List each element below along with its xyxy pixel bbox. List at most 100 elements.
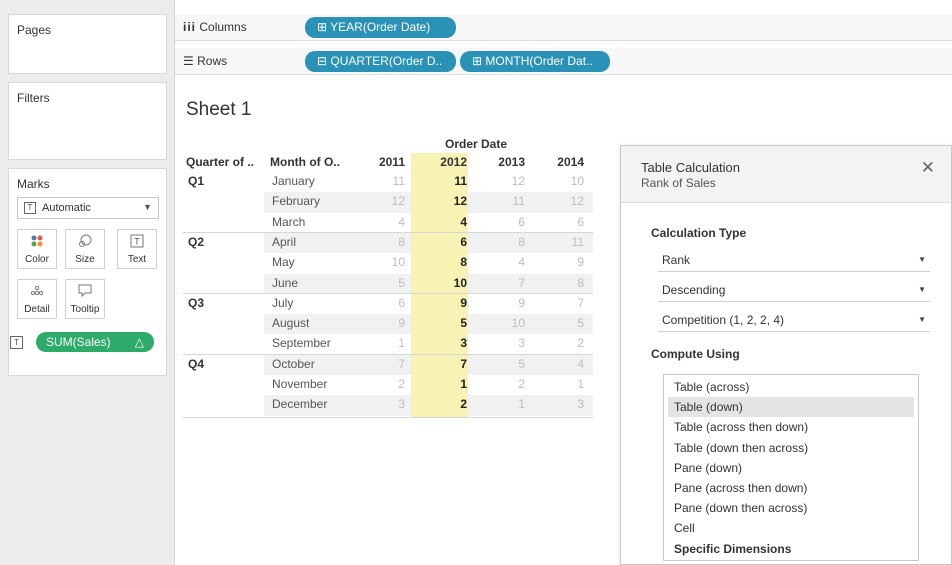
year-header-2[interactable]: 2013 bbox=[485, 155, 525, 169]
month-label[interactable]: December bbox=[272, 397, 327, 411]
rank-cell[interactable]: 5 bbox=[427, 316, 467, 330]
rank-cell[interactable]: 7 bbox=[365, 357, 405, 371]
rank-cell[interactable]: 4 bbox=[485, 255, 525, 269]
month-column-header[interactable]: Month of O.. bbox=[270, 155, 340, 169]
rank-cell[interactable]: 6 bbox=[485, 215, 525, 229]
rank-cell[interactable]: 11 bbox=[427, 174, 467, 188]
sum-sales-pill[interactable]: SUM(Sales) △ bbox=[36, 332, 154, 352]
rank-cell[interactable]: 9 bbox=[365, 316, 405, 330]
rank-cell[interactable]: 8 bbox=[544, 276, 584, 290]
quarter-column-header[interactable]: Quarter of .. bbox=[186, 155, 254, 169]
color-button[interactable]: Color bbox=[17, 229, 57, 269]
year-header-0[interactable]: 2011 bbox=[365, 155, 405, 169]
rank-cell[interactable]: 1 bbox=[365, 336, 405, 350]
compute-option[interactable]: Pane (down) bbox=[668, 458, 914, 478]
quarter-label[interactable]: Q4 bbox=[188, 357, 204, 371]
size-button[interactable]: Size bbox=[65, 229, 105, 269]
rank-cell[interactable]: 11 bbox=[365, 174, 405, 188]
rank-cell[interactable]: 3 bbox=[365, 397, 405, 411]
rank-cell[interactable]: 10 bbox=[365, 255, 405, 269]
quarter-label[interactable]: Q2 bbox=[188, 235, 204, 249]
rank-cell[interactable]: 7 bbox=[485, 276, 525, 290]
rank-cell[interactable]: 3 bbox=[427, 336, 467, 350]
rank-cell[interactable]: 2 bbox=[544, 336, 584, 350]
month-label[interactable]: May bbox=[272, 255, 295, 269]
month-label[interactable]: June bbox=[272, 276, 298, 290]
detail-button[interactable]: Detail bbox=[17, 279, 57, 319]
compute-option[interactable]: Table (across) bbox=[668, 377, 914, 397]
rank-cell[interactable]: 8 bbox=[365, 235, 405, 249]
quarter-label[interactable]: Q3 bbox=[188, 296, 204, 310]
rank-cell[interactable]: 8 bbox=[485, 235, 525, 249]
rank-cell[interactable]: 8 bbox=[427, 255, 467, 269]
rank-cell[interactable]: 2 bbox=[365, 377, 405, 391]
quarter-order-date-pill[interactable]: ⊟ QUARTER(Order D.. bbox=[305, 51, 456, 72]
rank-cell[interactable]: 6 bbox=[365, 296, 405, 310]
rank-cell[interactable]: 5 bbox=[544, 316, 584, 330]
compute-option[interactable]: Specific Dimensions bbox=[668, 539, 914, 559]
filters-card[interactable]: Filters bbox=[8, 82, 167, 160]
mark-type-dropdown[interactable]: T Automatic ▼ bbox=[17, 197, 159, 219]
rank-cell[interactable]: 2 bbox=[427, 397, 467, 411]
rank-cell[interactable]: 6 bbox=[544, 215, 584, 229]
calculation-type-dropdown[interactable]: Rank ▼ bbox=[658, 248, 930, 272]
rank-cell[interactable]: 12 bbox=[427, 194, 467, 208]
rank-cell[interactable]: 1 bbox=[427, 377, 467, 391]
month-label[interactable]: August bbox=[272, 316, 309, 330]
rank-cell[interactable]: 7 bbox=[544, 296, 584, 310]
tooltip-label: Tooltip bbox=[70, 304, 100, 315]
compute-option[interactable]: Table (down) bbox=[668, 397, 914, 418]
rank-cell[interactable]: 9 bbox=[427, 296, 467, 310]
rank-cell[interactable]: 12 bbox=[485, 174, 525, 188]
rank-cell[interactable]: 1 bbox=[544, 377, 584, 391]
rank-style-dropdown[interactable]: Competition (1, 2, 2, 4) ▼ bbox=[658, 308, 930, 332]
rank-cell[interactable]: 10 bbox=[427, 276, 467, 290]
compute-option[interactable]: Pane (across then down) bbox=[668, 478, 914, 498]
month-label[interactable]: July bbox=[272, 296, 293, 310]
rank-cell[interactable]: 5 bbox=[365, 276, 405, 290]
rank-order-dropdown[interactable]: Descending ▼ bbox=[658, 278, 930, 302]
rank-cell[interactable]: 4 bbox=[427, 215, 467, 229]
year-header-3[interactable]: 2014 bbox=[544, 155, 584, 169]
rank-cell[interactable]: 6 bbox=[427, 235, 467, 249]
close-icon[interactable]: ✕ bbox=[921, 158, 935, 178]
text-button[interactable]: T Text bbox=[117, 229, 157, 269]
columns-shelf[interactable]: iii Columns ⊞ YEAR(Order Date) bbox=[175, 14, 952, 41]
compute-option[interactable]: Pane (down then across) bbox=[668, 498, 914, 518]
month-label[interactable]: January bbox=[272, 174, 315, 188]
dialog-title: Table Calculation bbox=[641, 160, 741, 175]
rank-cell[interactable]: 4 bbox=[365, 215, 405, 229]
rank-cell[interactable]: 7 bbox=[427, 357, 467, 371]
month-label[interactable]: October bbox=[272, 357, 315, 371]
marks-title: Marks bbox=[17, 177, 50, 191]
month-label[interactable]: November bbox=[272, 377, 327, 391]
quarter-label[interactable]: Q1 bbox=[188, 174, 204, 188]
rank-cell[interactable]: 12 bbox=[365, 194, 405, 208]
compute-option[interactable]: Table (down then across) bbox=[668, 438, 914, 458]
compute-option[interactable]: Table (across then down) bbox=[668, 417, 914, 437]
rank-cell[interactable]: 3 bbox=[485, 336, 525, 350]
month-label[interactable]: September bbox=[272, 336, 331, 350]
rank-cell[interactable]: 11 bbox=[544, 235, 584, 249]
month-label[interactable]: March bbox=[272, 215, 305, 229]
rank-cell[interactable]: 12 bbox=[544, 194, 584, 208]
rank-cell[interactable]: 5 bbox=[485, 357, 525, 371]
tooltip-button[interactable]: Tooltip bbox=[65, 279, 105, 319]
year-header-1[interactable]: 2012 bbox=[427, 155, 467, 169]
compute-option[interactable]: Cell bbox=[668, 518, 914, 538]
rank-cell[interactable]: 9 bbox=[544, 255, 584, 269]
rank-cell[interactable]: 11 bbox=[485, 194, 525, 208]
year-order-date-pill[interactable]: ⊞ YEAR(Order Date) bbox=[305, 17, 456, 38]
month-order-date-pill[interactable]: ⊞ MONTH(Order Dat.. bbox=[460, 51, 610, 72]
rank-cell[interactable]: 10 bbox=[544, 174, 584, 188]
month-label[interactable]: February bbox=[272, 194, 320, 208]
rank-cell[interactable]: 3 bbox=[544, 397, 584, 411]
rank-cell[interactable]: 4 bbox=[544, 357, 584, 371]
rank-cell[interactable]: 2 bbox=[485, 377, 525, 391]
rank-cell[interactable]: 9 bbox=[485, 296, 525, 310]
month-label[interactable]: April bbox=[272, 235, 296, 249]
rows-shelf[interactable]: ☰ Rows ⊟ QUARTER(Order D.. ⊞ MONTH(Order… bbox=[175, 48, 952, 75]
rank-cell[interactable]: 1 bbox=[485, 397, 525, 411]
pages-card[interactable]: Pages bbox=[8, 14, 167, 74]
rank-cell[interactable]: 10 bbox=[485, 316, 525, 330]
